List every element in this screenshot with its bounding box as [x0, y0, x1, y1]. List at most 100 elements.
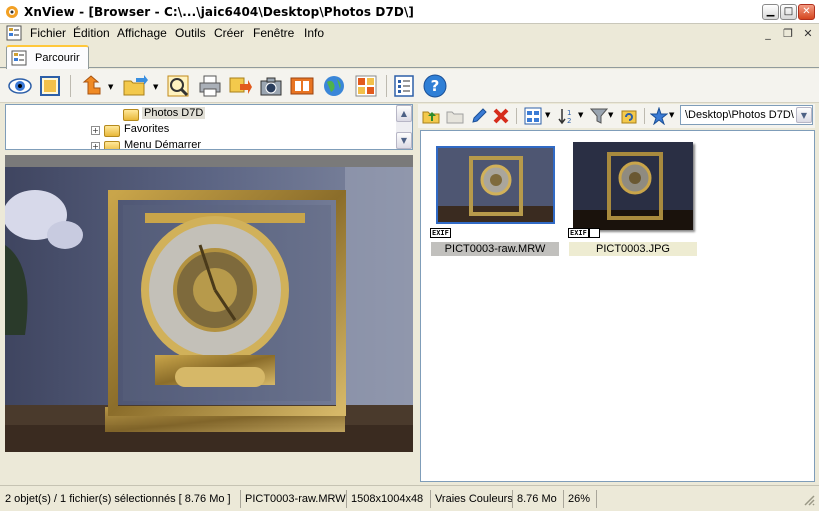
- tab-row: Parcourir: [0, 43, 819, 69]
- status-dimensions: 1508x1004x48: [351, 493, 424, 505]
- svg-text:2: 2: [567, 117, 571, 125]
- go-up-dropdown[interactable]: ▼: [108, 83, 113, 91]
- mdi-minimize-button[interactable]: _: [760, 26, 776, 41]
- web-icon: [324, 76, 344, 96]
- acquire-icon: [167, 75, 189, 97]
- path-dropdown-button[interactable]: ▼: [796, 107, 812, 123]
- file-name[interactable]: PICT0003.JPG: [569, 242, 697, 256]
- settings-button[interactable]: [392, 74, 416, 98]
- acquire-button[interactable]: [166, 74, 190, 98]
- filter-icon: [589, 108, 609, 124]
- menu-bar: Fichier Édition Affichage Outils Créer F…: [0, 24, 819, 43]
- menu-outils[interactable]: Outils: [175, 26, 206, 40]
- file-name[interactable]: PICT0003-raw.MRW: [431, 242, 559, 256]
- path-combobox-value: \Desktop\Photos D7D\: [685, 109, 794, 121]
- tree-expander[interactable]: +: [91, 126, 100, 135]
- status-bar: 2 objet(s) / 1 fichier(s) sélectionnés […: [0, 485, 819, 511]
- convert-icon: [229, 77, 252, 94]
- menu-edition[interactable]: Édition: [73, 26, 110, 40]
- thumbnail-pict0003-raw[interactable]: [436, 146, 555, 224]
- close-button[interactable]: ✕: [798, 4, 815, 20]
- folder-up-icon: [422, 111, 440, 124]
- open-folder-icon: [123, 75, 148, 96]
- contact-sheet-icon: [355, 75, 377, 97]
- capture-button[interactable]: [259, 74, 283, 98]
- folder-icon: [123, 109, 139, 121]
- clock-thumbnail: [573, 142, 693, 230]
- menu-info[interactable]: Info: [304, 26, 324, 40]
- thumbnail-pict0003-jpg[interactable]: [573, 142, 693, 230]
- resize-grip-icon[interactable]: [803, 494, 815, 506]
- sort-button[interactable]: 12: [558, 107, 576, 125]
- clock-thumbnail: [438, 148, 553, 222]
- refresh-button[interactable]: [620, 107, 638, 125]
- tree-item-photos-d7d[interactable]: Photos D7D: [142, 107, 206, 119]
- rename-button[interactable]: [470, 107, 488, 125]
- open-folder-button[interactable]: [122, 74, 148, 98]
- exif-badge: EXIF: [568, 228, 589, 238]
- status-filename: PICT0003-raw.MRW: [245, 493, 346, 505]
- menu-fenetre[interactable]: Fenêtre: [253, 26, 294, 40]
- favorites-dropdown[interactable]: ▼: [669, 111, 674, 119]
- go-up-icon: [82, 75, 101, 95]
- menu-affichage[interactable]: Affichage: [117, 26, 167, 40]
- fullscreen-button[interactable]: [38, 74, 62, 98]
- view-button[interactable]: [8, 74, 32, 98]
- sort-dropdown[interactable]: ▼: [578, 111, 583, 119]
- new-folder-button[interactable]: [446, 107, 464, 125]
- view-mode-dropdown[interactable]: ▼: [545, 111, 550, 119]
- delete-button[interactable]: [492, 107, 510, 125]
- tree-item-favorites[interactable]: Favorites: [124, 123, 169, 135]
- view-mode-button[interactable]: [524, 107, 542, 125]
- browser-doc-icon: [6, 25, 22, 41]
- new-folder-icon: [446, 111, 464, 124]
- up-folder-button[interactable]: [422, 107, 440, 125]
- print-icon: [199, 75, 221, 97]
- scroll-down-button[interactable]: ▼: [396, 132, 412, 149]
- tab-parcourir[interactable]: Parcourir: [6, 45, 89, 69]
- slideshow-icon: [290, 77, 314, 95]
- folder-tree[interactable]: Photos D7D + Favorites + Menu Démarrer ▲…: [5, 104, 413, 150]
- scroll-up-button[interactable]: ▲: [396, 105, 412, 122]
- mdi-close-button[interactable]: ✕: [800, 26, 816, 41]
- menu-fichier[interactable]: Fichier: [30, 26, 66, 40]
- print-button[interactable]: [198, 74, 222, 98]
- fullscreen-icon: [40, 76, 60, 96]
- status-zoom: 26%: [568, 493, 591, 505]
- status-selection: 2 objet(s) / 1 fichier(s) sélectionnés […: [5, 493, 231, 505]
- help-button[interactable]: ?: [423, 74, 447, 98]
- tree-scrollbar[interactable]: ▲ ▼: [396, 105, 412, 149]
- pencil-icon: [472, 108, 487, 123]
- xnview-logo-icon: [5, 5, 19, 19]
- camera-icon: [260, 77, 282, 96]
- filter-dropdown[interactable]: ▼: [608, 111, 613, 119]
- favorites-button[interactable]: [649, 106, 669, 126]
- slideshow-button[interactable]: [290, 74, 314, 98]
- file-browser[interactable]: EXIF PICT0003-raw.MRW EXIF PICT0003.JPG: [420, 130, 815, 482]
- tree-expander[interactable]: +: [91, 142, 100, 149]
- minimize-button[interactable]: ▁: [762, 4, 779, 20]
- clock-photo: [3, 155, 413, 452]
- sort-icon: 12: [558, 109, 571, 125]
- go-up-button[interactable]: [80, 74, 104, 98]
- minimize-icon: ▁: [766, 6, 775, 17]
- filter-button[interactable]: [589, 107, 609, 125]
- maximize-button[interactable]: □: [780, 4, 797, 20]
- open-dropdown[interactable]: ▼: [153, 83, 158, 91]
- contact-sheet-button[interactable]: [354, 74, 378, 98]
- browser-tab-icon: [11, 50, 27, 66]
- folder-icon: [104, 125, 120, 137]
- svg-text:1: 1: [567, 109, 571, 117]
- convert-button[interactable]: [228, 74, 252, 98]
- status-colors: Vraies Couleurs: [435, 493, 513, 505]
- star-icon: [649, 106, 669, 126]
- title-bar[interactable]: XnView - [Browser - C:\...\jaic6404\Desk…: [0, 0, 819, 24]
- menu-creer[interactable]: Créer: [214, 26, 244, 40]
- mdi-restore-button[interactable]: ❐: [780, 26, 796, 41]
- status-size: 8.76 Mo: [517, 493, 557, 505]
- window-title: XnView - [Browser - C:\...\jaic6404\Desk…: [24, 5, 415, 19]
- path-combobox[interactable]: \Desktop\Photos D7D\ ▼: [680, 105, 813, 125]
- web-page-button[interactable]: [322, 74, 346, 98]
- tab-parcourir-label: Parcourir: [35, 52, 80, 64]
- tree-item-menu-demarrer[interactable]: Menu Démarrer: [124, 139, 201, 149]
